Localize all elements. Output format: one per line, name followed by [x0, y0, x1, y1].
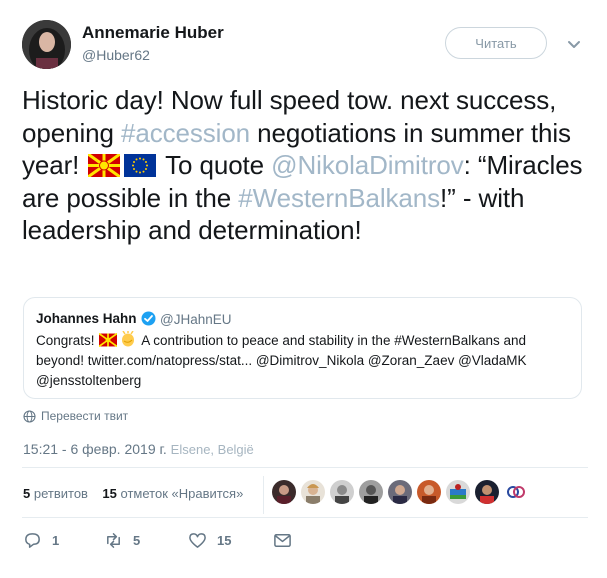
liker-avatars: [272, 480, 528, 504]
liker-avatar[interactable]: [330, 480, 354, 504]
retweets-stat[interactable]: 5 ретвитов: [23, 486, 88, 501]
translate-tweet-link[interactable]: Перевести твит: [23, 409, 128, 423]
tweet-text-part: To quote: [158, 150, 272, 180]
liker-avatar[interactable]: [504, 480, 528, 504]
translate-label: Перевести твит: [41, 409, 129, 423]
tweet-location[interactable]: Elsene, België: [171, 442, 254, 457]
liker-avatar[interactable]: [475, 480, 499, 504]
macedonia-flag-icon: [98, 332, 118, 348]
liker-avatar[interactable]: [388, 480, 412, 504]
direct-message-button[interactable]: [273, 531, 292, 550]
heart-icon: [189, 533, 206, 548]
liker-avatar[interactable]: [272, 480, 296, 504]
likes-stat[interactable]: 15 отметок «Нравится»: [102, 486, 243, 501]
hashtag-link[interactable]: #accession: [121, 118, 250, 148]
liker-avatar[interactable]: [446, 480, 470, 504]
retweets-label: ретвитов: [33, 486, 88, 501]
follow-button[interactable]: Читать: [445, 27, 547, 59]
retweet-button[interactable]: 5: [104, 531, 188, 550]
like-button[interactable]: 15: [188, 531, 273, 550]
liker-avatar[interactable]: [301, 480, 325, 504]
quoted-author-name: Johannes Hahn: [36, 311, 137, 326]
globe-icon: [23, 409, 36, 423]
quoted-text-part: Congrats!: [36, 333, 99, 348]
verified-icon: [141, 311, 156, 326]
author-name[interactable]: Annemarie Huber: [82, 23, 224, 43]
mention-link[interactable]: @NikolaDimitrov: [271, 150, 464, 180]
retweet-icon: [107, 533, 120, 548]
tweet-stats: 5 ретвитов 15 отметок «Нравится»: [23, 486, 243, 501]
message-icon: [274, 534, 291, 547]
retweet-count: 5: [133, 533, 141, 548]
reply-button[interactable]: 1: [23, 531, 104, 550]
like-count: 15: [217, 533, 232, 548]
retweets-count: 5: [23, 486, 31, 501]
macedonia-flag-icon: [87, 152, 122, 179]
reply-count: 1: [52, 533, 60, 548]
chevron-down-icon[interactable]: [566, 36, 582, 52]
liker-avatar[interactable]: [359, 480, 383, 504]
likes-count: 15: [102, 486, 117, 501]
divider: [22, 467, 588, 468]
quoted-tweet-text: Congrats! A contribution to peace and st…: [36, 330, 571, 391]
timestamp-text[interactable]: 15:21 - 6 февр. 2019 г.: [23, 441, 167, 457]
tweet-text: Historic day! Now full speed tow. next s…: [22, 84, 592, 247]
reply-icon: [25, 533, 40, 548]
author-avatar[interactable]: [22, 20, 71, 69]
liker-avatar[interactable]: [417, 480, 441, 504]
likes-label: отметок «Нравится»: [120, 486, 244, 501]
divider: [22, 517, 588, 518]
clapping-hands-icon: [119, 330, 137, 347]
eu-flag-icon: [124, 152, 157, 177]
hashtag-link[interactable]: #WesternBalkans: [238, 183, 440, 213]
stats-separator: [263, 476, 264, 514]
tweet-actions: 1 5 15: [23, 531, 292, 550]
tweet-timestamp[interactable]: 15:21 - 6 февр. 2019 г. Elsene, België: [23, 441, 254, 457]
quoted-author-handle: @JHahnEU: [160, 312, 232, 327]
quoted-tweet[interactable]: Johannes Hahn @JHahnEU Congrats! A contr…: [23, 297, 582, 399]
author-handle[interactable]: @Huber62: [82, 47, 150, 63]
